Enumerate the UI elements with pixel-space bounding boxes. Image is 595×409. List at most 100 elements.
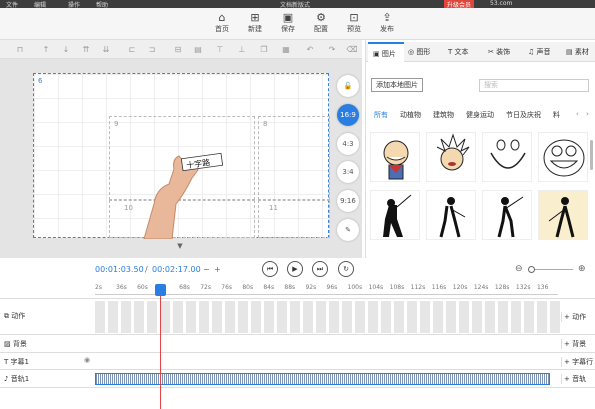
clipart-smile-face[interactable]	[538, 132, 588, 182]
clipart-golfer-3[interactable]	[482, 190, 532, 240]
add-audio-button[interactable]: + 音轨	[561, 374, 586, 384]
save-button[interactable]: ▣ 保存	[274, 11, 302, 34]
audio-waveform-clip[interactable]	[95, 373, 550, 385]
lock-icon[interactable]: ⊓	[14, 44, 26, 55]
align-center-icon[interactable]: ⊐	[146, 44, 158, 55]
frame-11[interactable]: 11	[258, 200, 330, 238]
vip-badge[interactable]: 升级会员	[444, 0, 475, 9]
play-button[interactable]: ▶	[287, 261, 303, 277]
distribute-icon[interactable]: ⊟	[172, 44, 184, 55]
align-left-icon[interactable]: ⊏	[126, 44, 138, 55]
publish-button[interactable]: ⇪ 发布	[373, 11, 401, 34]
edit-pen-button[interactable]: ✎	[337, 219, 359, 241]
search-input[interactable]: 搜索	[479, 79, 589, 92]
redo-icon[interactable]: ↷	[326, 44, 338, 55]
zoom-in-icon[interactable]: ⊕	[578, 264, 586, 274]
tab-decor[interactable]: ✂ 装饰	[488, 42, 524, 62]
add-local-image-button[interactable]: 添加本地图片	[371, 78, 423, 92]
config-button[interactable]: ⚙ 配置	[307, 11, 335, 34]
bring-top-icon[interactable]: ⇈	[80, 44, 92, 55]
tab-sound[interactable]: ♫ 声音	[528, 42, 564, 62]
prev-frame-button[interactable]: ⏮	[262, 261, 278, 277]
clipart-angry-face[interactable]	[370, 132, 420, 182]
replay-icon: ↻	[343, 265, 349, 273]
add-action-button[interactable]: + 动作	[561, 312, 586, 322]
visibility-eye-icon[interactable]: ◉	[84, 356, 90, 364]
tab-materials[interactable]: ▤ 素材	[566, 42, 595, 62]
ruler-tick: 120s	[452, 284, 468, 291]
skip-back-icon: ⏮	[266, 265, 274, 273]
tab-text[interactable]: T 文本	[448, 42, 484, 62]
category-fitness[interactable]: 健身运动	[466, 110, 494, 120]
clipart-golfer-4[interactable]	[538, 190, 588, 240]
collapse-canvas-icon[interactable]: ▼	[173, 243, 187, 250]
ruler-tick: 136	[536, 284, 549, 291]
ratio-9-16-button[interactable]: 9:16	[337, 190, 359, 212]
undo-icon[interactable]: ↶	[304, 44, 316, 55]
zoom-slider-handle[interactable]	[528, 266, 535, 273]
lock-icon: 🔓	[343, 82, 353, 90]
playhead-line[interactable]	[160, 287, 161, 409]
category-buildings[interactable]: 建筑物	[433, 110, 454, 120]
add-subtitle-button[interactable]: + 字幕行	[561, 357, 593, 367]
main-toolbar: ⌂ 首页 ⊞ 新建 ▣ 保存 ⚙ 配置 ⊡ 预览 ⇪ 发布	[0, 8, 595, 40]
ratio-4-3-button[interactable]: 4:3	[337, 133, 359, 155]
account-label[interactable]: 53.com	[490, 0, 512, 7]
clipart-wild-hair[interactable]	[426, 132, 476, 182]
home-button[interactable]: ⌂ 首页	[208, 11, 236, 34]
ruler-tick: 72s	[200, 284, 211, 291]
clipart-grin-face[interactable]	[482, 132, 532, 182]
action-clips[interactable]	[95, 301, 560, 333]
category-animals-plants[interactable]: 动植物	[400, 110, 421, 120]
add-background-button[interactable]: + 背景	[561, 339, 586, 349]
send-bottom-icon[interactable]: ⇊	[100, 44, 112, 55]
delete-icon[interactable]: ⌫	[346, 44, 358, 55]
copy-icon[interactable]: ❐	[258, 44, 270, 55]
image-icon: ▣	[373, 50, 380, 58]
category-more[interactable]: 料	[553, 110, 560, 120]
action-icon: ⧉	[4, 312, 9, 320]
panel-scrollbar[interactable]	[590, 140, 593, 170]
track-audio-label: ♪ 音轨1	[4, 375, 30, 383]
preview-button[interactable]: ⊡ 预览	[340, 11, 368, 34]
category-next-icon[interactable]: ›	[586, 110, 589, 118]
new-button[interactable]: ⊞ 新建	[241, 11, 269, 34]
save-icon: ▣	[282, 11, 294, 24]
ruler-tick: 96s	[326, 284, 338, 291]
zoom-plus-time-icon[interactable]: +	[214, 265, 221, 274]
frame-label-6: 6	[38, 77, 43, 85]
next-frame-button[interactable]: ⏭	[312, 261, 328, 277]
playhead-handle[interactable]	[155, 284, 166, 296]
category-festival[interactable]: 节日及庆祝	[506, 110, 541, 120]
track-subtitle-label: T 字幕1	[4, 358, 29, 366]
align-bottom-icon[interactable]: ⊥	[236, 44, 248, 55]
ruler-tick: 88s	[284, 284, 296, 291]
background-icon: ▨	[4, 340, 11, 348]
tab-images[interactable]: ▣ 图片	[368, 42, 404, 62]
clipart-golfer-1[interactable]	[370, 190, 420, 240]
category-prev-icon[interactable]: ‹	[576, 110, 579, 118]
replay-button[interactable]: ↻	[338, 261, 354, 277]
home-icon: ⌂	[218, 11, 226, 24]
ratio-3-4-button[interactable]: 3:4	[337, 161, 359, 183]
align-top-icon[interactable]: ⊤	[214, 44, 226, 55]
ratio-16-9-button[interactable]: 16:9	[337, 104, 359, 126]
edit-toolbar: ⊓ ↑ ↓ ⇈ ⇊ ⊏ ⊐ ⊟ ▤ ⊤ ⊥ ❐ ▦ ↶ ↷ ⌫	[0, 40, 362, 59]
zoom-out-icon[interactable]: ⊖	[515, 264, 523, 274]
stage-canvas[interactable]: 6 9 8 10 11 十字路	[33, 73, 330, 239]
category-all[interactable]: 所有	[374, 110, 388, 120]
subtitle-icon: T	[4, 358, 9, 366]
group-icon[interactable]: ▤	[192, 44, 204, 55]
hand-drawing-image[interactable]: 十字路	[114, 134, 224, 239]
track-background: ▨ 背景 + 背景	[0, 334, 595, 352]
paste-icon[interactable]: ▦	[280, 44, 292, 55]
lock-aspect-button[interactable]: 🔓	[337, 75, 359, 97]
zoom-minus-time-icon[interactable]: −	[203, 265, 210, 274]
materials-icon: ▤	[566, 48, 573, 56]
clipart-golfer-2[interactable]	[426, 190, 476, 240]
text-icon: T	[448, 48, 453, 56]
move-down-icon[interactable]: ↓	[60, 44, 72, 55]
frame-8[interactable]: 8	[258, 116, 330, 200]
move-up-icon[interactable]: ↑	[40, 44, 52, 55]
tab-shapes[interactable]: ◎ 图形	[408, 42, 444, 62]
